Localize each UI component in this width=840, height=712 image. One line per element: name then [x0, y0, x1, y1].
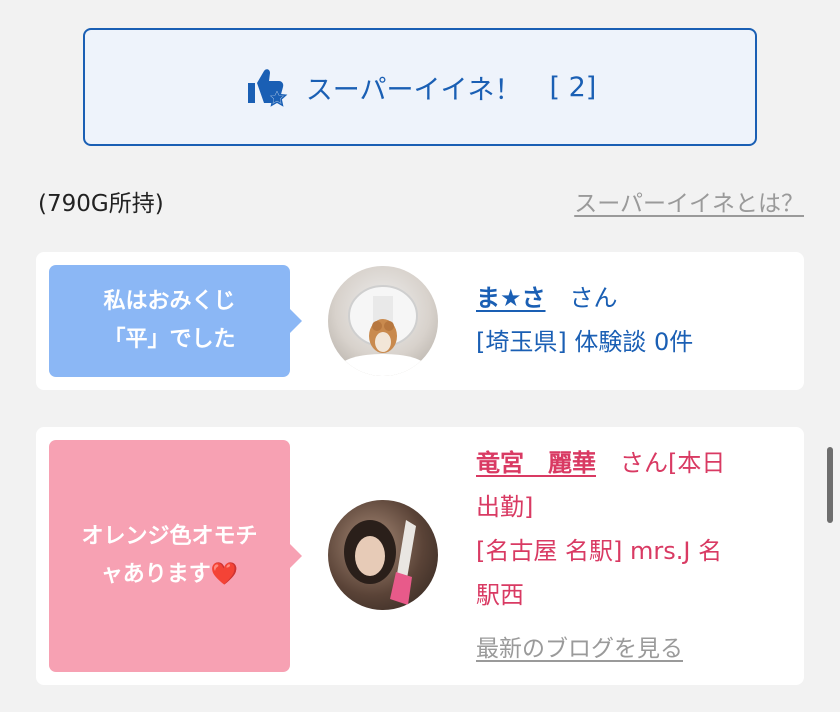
reviewer-card: 私はおみくじ 「平」でした ま★さ さん [埼玉県] 体験談 0件	[36, 252, 804, 390]
points-balance: (790G所持)	[38, 191, 164, 217]
reviewer-name-link[interactable]: 竜宮 麗華	[476, 449, 596, 477]
scrollbar[interactable]	[827, 447, 833, 523]
honorific: さん[本日	[620, 449, 726, 477]
bubble-line: ャあります	[100, 562, 211, 587]
heart-icon: ❤️	[210, 562, 239, 587]
message-bubble: 私はおみくじ 「平」でした	[49, 265, 302, 377]
woman-with-champagne-photo	[344, 520, 416, 605]
super-like-label: スーパーイイネ！	[305, 74, 522, 106]
thumbs-up-star-icon	[247, 69, 288, 107]
bubble-line: 私はおみくじ	[103, 289, 236, 314]
super-like-button[interactable]: スーパーイイネ！ [ 2]	[83, 28, 757, 146]
message-bubble: オレンジ色オモチ ャあります❤️	[49, 440, 302, 672]
avatar[interactable]	[328, 266, 438, 376]
super-like-count: [ 2]	[549, 71, 597, 103]
bubble-line: オレンジ色オモチ	[81, 524, 258, 549]
honorific-continued: 出勤]	[476, 493, 534, 521]
reviewer-detail: [埼玉県] 体験談 0件	[476, 328, 694, 356]
reviewer-name-link[interactable]: ま★さ	[476, 284, 546, 312]
reviewer-card: オレンジ色オモチ ャあります❤️ 竜宮 麗華 さん[本日 出勤] [名古屋 名駅]…	[36, 427, 804, 685]
reviewer-detail-continued: 駅西	[476, 581, 524, 609]
about-super-like-link[interactable]: スーパーイイネとは？	[574, 184, 804, 218]
reviewer-info: ま★さ さん [埼玉県] 体験談 0件	[476, 276, 693, 364]
bubble-line: 「平」でした	[103, 327, 236, 352]
avatar[interactable]	[328, 500, 438, 610]
latest-blog-link[interactable]: 最新のブログを見る	[476, 629, 683, 663]
reviewer-info: 竜宮 麗華 さん[本日 出勤] [名古屋 名駅] mrs.J 名 駅西	[476, 441, 776, 617]
reviewer-detail: [名古屋 名駅] mrs.J 名	[476, 537, 723, 565]
hamster-photo	[341, 285, 425, 376]
honorific: さん	[569, 284, 618, 312]
